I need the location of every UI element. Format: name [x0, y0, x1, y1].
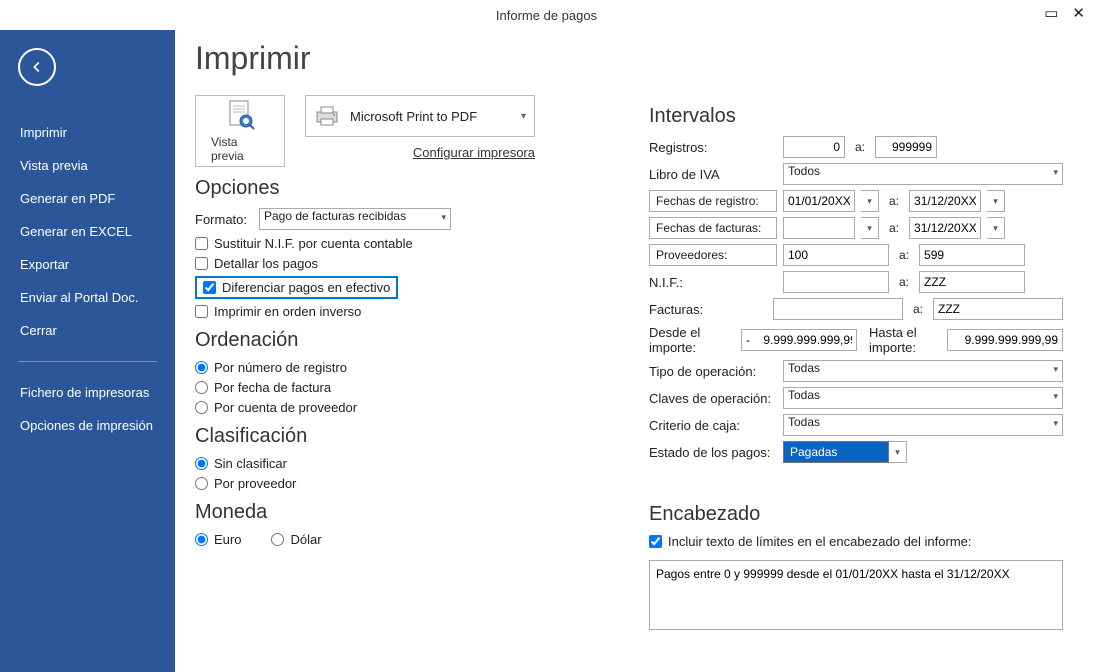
- moneda-euro-radio[interactable]: Euro: [195, 532, 241, 547]
- estado-select[interactable]: Pagadas ▾: [783, 441, 907, 463]
- back-button[interactable]: [18, 48, 56, 86]
- intervalos-heading: Intervalos: [649, 105, 1063, 128]
- opciones-heading: Opciones: [195, 177, 609, 200]
- facturas-from-input[interactable]: [773, 298, 903, 320]
- nif-label: N.I.F.:: [649, 275, 777, 290]
- sidebar-item-generar-excel[interactable]: Generar en EXCEL: [0, 215, 175, 248]
- registros-to-input[interactable]: [875, 136, 937, 158]
- sidebar-item-vista-previa[interactable]: Vista previa: [0, 149, 175, 182]
- orden-fecha-radio[interactable]: Por fecha de factura: [195, 380, 609, 395]
- sidebar: Imprimir Vista previa Generar en PDF Gen…: [0, 30, 175, 672]
- moneda-heading: Moneda: [195, 501, 609, 524]
- printer-icon: [314, 105, 340, 127]
- encabezado-heading: Encabezado: [649, 503, 1063, 526]
- facturas-label: Facturas:: [649, 302, 767, 317]
- chevron-down-icon[interactable]: ▾: [889, 441, 907, 463]
- nif-to-input[interactable]: [919, 271, 1025, 293]
- vista-previa-label: Vista previa: [211, 135, 269, 163]
- page-title: Imprimir: [195, 40, 1063, 77]
- sidebar-item-exportar[interactable]: Exportar: [0, 248, 175, 281]
- titlebar: Informe de pagos ▭ ✕: [0, 0, 1093, 30]
- registros-label: Registros:: [649, 140, 777, 155]
- criterio-label: Criterio de caja:: [649, 418, 777, 433]
- claves-select[interactable]: Todas: [783, 387, 1063, 409]
- orden-cuenta-radio[interactable]: Por cuenta de proveedor: [195, 400, 609, 415]
- sidebar-item-fichero-impresoras[interactable]: Fichero de impresoras: [0, 376, 175, 409]
- desde-importe-input[interactable]: [741, 329, 857, 351]
- proveedores-button[interactable]: Proveedores:: [649, 244, 777, 266]
- fecha-fac-from-input[interactable]: [783, 217, 855, 239]
- orden-registro-radio[interactable]: Por número de registro: [195, 360, 609, 375]
- fechas-facturas-button[interactable]: Fechas de facturas:: [649, 217, 777, 239]
- desde-importe-label: Desde el importe:: [649, 325, 735, 355]
- chevron-down-icon[interactable]: ▾: [987, 190, 1005, 212]
- close-icon[interactable]: ✕: [1072, 4, 1085, 22]
- inverso-checkbox[interactable]: Imprimir en orden inverso: [195, 304, 609, 319]
- fecha-reg-to-input[interactable]: [909, 190, 981, 212]
- tipo-label: Tipo de operación:: [649, 364, 777, 379]
- diferenciar-checkbox[interactable]: Diferenciar pagos en efectivo: [195, 276, 398, 299]
- chevron-down-icon: ▾: [521, 111, 526, 122]
- clas-proveedor-radio[interactable]: Por proveedor: [195, 476, 609, 491]
- fecha-fac-to-input[interactable]: [909, 217, 981, 239]
- libro-select[interactable]: Todos: [783, 163, 1063, 185]
- sidebar-item-generar-pdf[interactable]: Generar en PDF: [0, 182, 175, 215]
- chevron-down-icon[interactable]: ▾: [987, 217, 1005, 239]
- vista-previa-button[interactable]: Vista previa: [195, 95, 285, 167]
- fechas-registro-button[interactable]: Fechas de registro:: [649, 190, 777, 212]
- document-preview-icon: [222, 99, 258, 133]
- sidebar-item-enviar-portal[interactable]: Enviar al Portal Doc.: [0, 281, 175, 314]
- nif-from-input[interactable]: [783, 271, 889, 293]
- estado-label: Estado de los pagos:: [649, 445, 777, 460]
- printer-select[interactable]: Microsoft Print to PDF ▾: [305, 95, 535, 137]
- tipo-select[interactable]: Todas: [783, 360, 1063, 382]
- maximize-icon[interactable]: ▭: [1044, 4, 1058, 22]
- hasta-importe-label: Hasta el importe:: [863, 325, 941, 355]
- sidebar-item-cerrar[interactable]: Cerrar: [0, 314, 175, 347]
- fecha-reg-from-input[interactable]: [783, 190, 855, 212]
- registros-from-input[interactable]: [783, 136, 845, 158]
- window-title: Informe de pagos: [496, 8, 597, 23]
- ordenacion-heading: Ordenación: [195, 329, 609, 352]
- sidebar-item-opciones-impresion[interactable]: Opciones de impresión: [0, 409, 175, 442]
- main-content: Imprimir Vista previa: [175, 30, 1093, 672]
- arrow-left-icon: [29, 59, 45, 75]
- criterio-select[interactable]: Todas: [783, 414, 1063, 436]
- clas-sin-radio[interactable]: Sin clasificar: [195, 456, 609, 471]
- detallar-checkbox[interactable]: Detallar los pagos: [195, 256, 609, 271]
- config-printer-link[interactable]: Configurar impresora: [305, 145, 535, 160]
- incluir-texto-checkbox[interactable]: Incluir texto de límites en el encabezad…: [649, 534, 1063, 549]
- prov-from-input[interactable]: [783, 244, 889, 266]
- hasta-importe-input[interactable]: [947, 329, 1063, 351]
- printer-name: Microsoft Print to PDF: [350, 109, 477, 124]
- formato-select[interactable]: Pago de facturas recibidas: [259, 208, 451, 230]
- libro-label: Libro de IVA: [649, 167, 777, 182]
- encabezado-textarea[interactable]: [649, 560, 1063, 630]
- sidebar-item-imprimir[interactable]: Imprimir: [0, 116, 175, 149]
- chevron-down-icon[interactable]: ▾: [861, 217, 879, 239]
- prov-to-input[interactable]: [919, 244, 1025, 266]
- moneda-dolar-radio[interactable]: Dólar: [271, 532, 321, 547]
- clasificacion-heading: Clasificación: [195, 425, 609, 448]
- claves-label: Claves de operación:: [649, 391, 777, 406]
- sustituir-checkbox[interactable]: Sustituir N.I.F. por cuenta contable: [195, 236, 609, 251]
- sidebar-separator: [18, 361, 157, 362]
- facturas-to-input[interactable]: [933, 298, 1063, 320]
- formato-label: Formato:: [195, 212, 253, 227]
- chevron-down-icon[interactable]: ▾: [861, 190, 879, 212]
